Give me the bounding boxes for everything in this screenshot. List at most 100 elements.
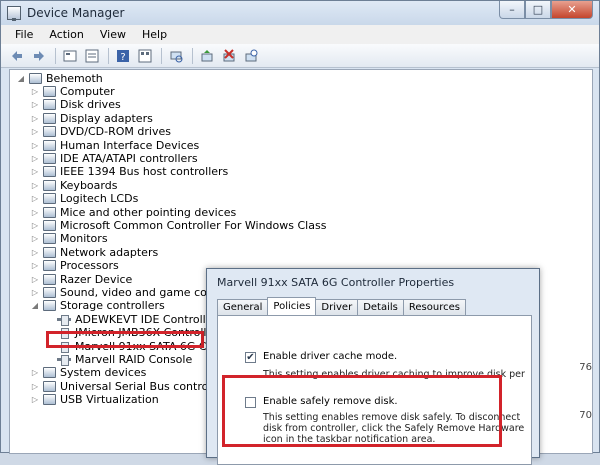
toolbar-separator — [161, 47, 162, 64]
tree-item-label: DVD/CD-ROM drives — [60, 125, 171, 139]
properties-icon[interactable] — [60, 47, 80, 65]
tree-item[interactable]: ▷ Keyboards — [30, 179, 118, 192]
tree-item-label: IDE ATA/ATAPI controllers — [60, 152, 198, 165]
tree-item[interactable]: ▷ USB Virtualization — [30, 393, 159, 406]
driver-cache-checkbox[interactable]: ✔ — [245, 352, 256, 363]
minimize-button[interactable]: – — [499, 1, 525, 19]
expand-arrow-icon[interactable]: ▷ — [30, 154, 40, 163]
tree-item[interactable]: ▷ Mice and other pointing devices — [30, 206, 236, 219]
expand-arrow-icon[interactable]: ▷ — [30, 181, 40, 190]
expand-arrow-icon[interactable]: ▷ — [30, 234, 40, 243]
disable-icon[interactable] — [241, 47, 261, 65]
expand-arrow-icon[interactable]: ▷ — [30, 114, 40, 123]
device-category-icon — [43, 220, 56, 231]
tree-item-label: Processors — [60, 259, 119, 273]
menu-file[interactable]: File — [7, 28, 41, 41]
tree-item[interactable]: ▷ Disk drives — [30, 98, 121, 111]
partial-text: 70 — [579, 410, 592, 421]
expand-arrow-icon[interactable]: ▷ — [30, 275, 40, 284]
tree-item[interactable]: ▷ Monitors — [30, 232, 108, 245]
expand-arrow-icon[interactable]: ▷ — [30, 141, 40, 150]
tree-item[interactable]: ▷ Processors — [30, 259, 119, 272]
expand-arrow-icon[interactable]: ▷ — [30, 87, 40, 96]
device-category-icon — [43, 166, 56, 178]
tree-item-label: System devices — [60, 366, 147, 380]
toolbar-separator — [55, 47, 56, 64]
expand-arrow-icon[interactable]: ▷ — [30, 382, 40, 391]
tree-root-label: Behemoth — [46, 72, 103, 85]
tab-policies[interactable]: Policies — [267, 297, 317, 315]
tree-item-label: Mice and other pointing devices — [60, 205, 237, 219]
collapse-arrow-icon[interactable]: ◢ — [30, 301, 40, 310]
storage-controller-icon — [57, 354, 71, 366]
tree-item[interactable]: ▷ IEEE 1394 Bus host controllers — [30, 165, 228, 178]
tab-resources[interactable]: Resources — [402, 299, 466, 315]
device-category-icon — [43, 394, 56, 406]
device-category-icon — [43, 139, 56, 151]
toolbar-separator — [192, 47, 193, 64]
tree-item[interactable]: ▷ Universal Serial Bus controllers — [30, 380, 232, 393]
computer-icon — [29, 73, 42, 84]
window-title: Device Manager — [27, 6, 125, 20]
toolbar: ? — [1, 44, 599, 68]
close-button[interactable]: ✕ — [551, 1, 593, 19]
tree-item-label: IEEE 1394 Bus host controllers — [60, 165, 229, 179]
tree-item[interactable]: ◢ Storage controllers — [30, 299, 165, 312]
collapse-arrow-icon[interactable]: ◢ — [16, 74, 26, 83]
tree-item[interactable]: ▷ Logitech LCDs — [30, 192, 138, 205]
tree-child-item[interactable]: ADEWKEVT IDE Controller — [54, 313, 217, 326]
expand-arrow-icon[interactable]: ▷ — [30, 100, 40, 109]
device-category-icon — [43, 112, 56, 124]
tree-item[interactable]: ▷ Razer Device — [30, 273, 132, 286]
expand-arrow-icon[interactable]: ▷ — [30, 395, 40, 404]
partial-text: 76 — [579, 362, 592, 373]
menu-view[interactable]: View — [92, 28, 134, 41]
expand-arrow-icon[interactable]: ▷ — [30, 167, 40, 176]
menu-action[interactable]: Action — [41, 28, 91, 41]
tab-driver[interactable]: Driver — [315, 299, 359, 315]
device-category-icon — [43, 86, 56, 97]
tree-item[interactable]: ▷ System devices — [30, 366, 146, 379]
tree-item[interactable]: ▷ Display adapters — [30, 112, 153, 125]
device-category-icon — [43, 233, 56, 245]
update-driver-icon[interactable] — [197, 47, 217, 65]
device-manager-icon — [7, 6, 21, 21]
help-icon[interactable]: ? — [113, 47, 133, 65]
tree-item[interactable]: ▷ Computer — [30, 85, 115, 98]
expand-arrow-icon[interactable]: ▷ — [30, 368, 40, 377]
expand-arrow-icon[interactable]: ▷ — [30, 248, 40, 257]
device-category-icon — [43, 260, 56, 272]
menu-help[interactable]: Help — [134, 28, 175, 41]
tree-item-label: USB Virtualization — [60, 393, 159, 407]
tree-root[interactable]: ◢ Behemoth — [16, 72, 103, 85]
expand-arrow-icon[interactable]: ▷ — [30, 288, 40, 297]
expand-arrow-icon[interactable]: ▷ — [30, 208, 40, 217]
expand-arrow-icon[interactable]: ▷ — [30, 194, 40, 203]
tree-item[interactable]: ▷ Network adapters — [30, 246, 158, 259]
expand-arrow-icon[interactable]: ▷ — [30, 221, 40, 230]
back-icon[interactable] — [7, 47, 27, 65]
forward-icon[interactable] — [29, 47, 49, 65]
view-icon[interactable] — [135, 47, 155, 65]
expand-arrow-icon[interactable]: ▷ — [30, 261, 40, 270]
tree-item[interactable]: ▷ DVD/CD-ROM drives — [30, 125, 171, 138]
expand-arrow-icon[interactable]: ▷ — [30, 127, 40, 136]
tree-item[interactable]: ▷ IDE ATA/ATAPI controllers — [30, 152, 198, 165]
uninstall-icon[interactable] — [219, 47, 239, 65]
device-category-icon — [43, 126, 56, 138]
tree-item[interactable]: ▷ Human Interface Devices — [30, 139, 199, 152]
show-hidden-icon[interactable] — [82, 47, 102, 65]
tree-item[interactable]: ▷ Microsoft Common Controller For Windows… — [30, 219, 327, 232]
tree-item-label: Storage controllers — [60, 299, 165, 313]
title-bar[interactable]: Device Manager – □ ✕ — [1, 1, 599, 25]
tree-item-label: Microsoft Common Controller For Windows … — [60, 219, 327, 232]
tab-general[interactable]: General — [217, 299, 269, 315]
device-category-icon — [43, 380, 56, 392]
maximize-button[interactable]: □ — [525, 1, 551, 19]
tree-item-label: Computer — [60, 85, 115, 98]
device-category-icon — [43, 193, 56, 205]
tree-child-item[interactable]: Marvell RAID Console — [54, 353, 192, 366]
tab-details[interactable]: Details — [357, 299, 404, 315]
tree-item-label: Display adapters — [60, 111, 153, 125]
scan-hardware-icon[interactable] — [166, 47, 186, 65]
